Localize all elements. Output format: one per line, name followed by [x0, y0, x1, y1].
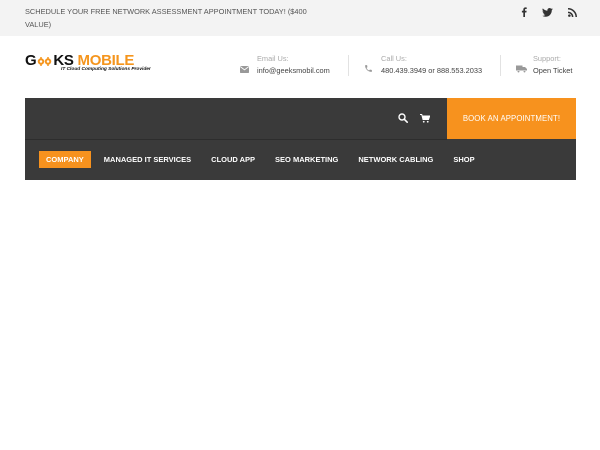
nav-item-company[interactable]: COMPANY	[39, 151, 91, 168]
divider	[348, 55, 349, 76]
facebook-icon[interactable]	[517, 6, 531, 18]
phone-label: Call Us:	[381, 54, 407, 63]
email-value[interactable]: info@geeksmobil.com	[257, 66, 330, 75]
cart-icon[interactable]	[419, 112, 431, 124]
envelope-icon	[240, 60, 250, 73]
gears-icon	[38, 56, 52, 66]
email-label: Email Us:	[257, 54, 289, 63]
nav-item-network-cabling[interactable]: NETWORK CABLING	[351, 151, 440, 168]
rss-icon[interactable]	[565, 6, 579, 18]
nav-item-shop[interactable]: SHOP	[446, 151, 481, 168]
nav-item-cloud-app[interactable]: CLOUD APP	[204, 151, 262, 168]
promo-banner[interactable]: SCHEDULE YOUR FREE NETWORK ASSESSMENT AP…	[25, 5, 325, 31]
phone-value[interactable]: 480.439.3949 or 888.553.2033	[381, 66, 482, 75]
nav-item-seo-marketing[interactable]: SEO MARKETING	[268, 151, 345, 168]
logo-tagline: IT Cloud Computing Solutions Provider	[61, 67, 151, 72]
divider	[500, 55, 501, 76]
nav-divider	[25, 139, 447, 140]
truck-icon	[516, 60, 528, 73]
search-icon[interactable]	[397, 112, 409, 124]
main-navigation: BOOK AN APPOINTMENT! COMPANY MANAGED IT …	[25, 98, 576, 180]
twitter-icon[interactable]	[540, 6, 554, 18]
top-bar: SCHEDULE YOUR FREE NETWORK ASSESSMENT AP…	[0, 0, 600, 36]
site-logo[interactable]: G KS MOBILE IT Cloud Computing Solutions…	[25, 52, 155, 76]
phone-icon	[364, 60, 374, 72]
nav-item-managed-it-services[interactable]: MANAGED IT SERVICES	[97, 151, 198, 168]
promo-line-2: VALUE)	[25, 20, 52, 29]
nav-menu: COMPANY MANAGED IT SERVICES CLOUD APP SE…	[39, 151, 488, 168]
promo-line-1: SCHEDULE YOUR FREE NETWORK ASSESSMENT AP…	[25, 7, 307, 16]
book-appointment-button[interactable]: BOOK AN APPOINTMENT!	[447, 98, 576, 139]
support-label: Support:	[533, 54, 561, 63]
support-value[interactable]: Open Ticket	[533, 66, 572, 75]
